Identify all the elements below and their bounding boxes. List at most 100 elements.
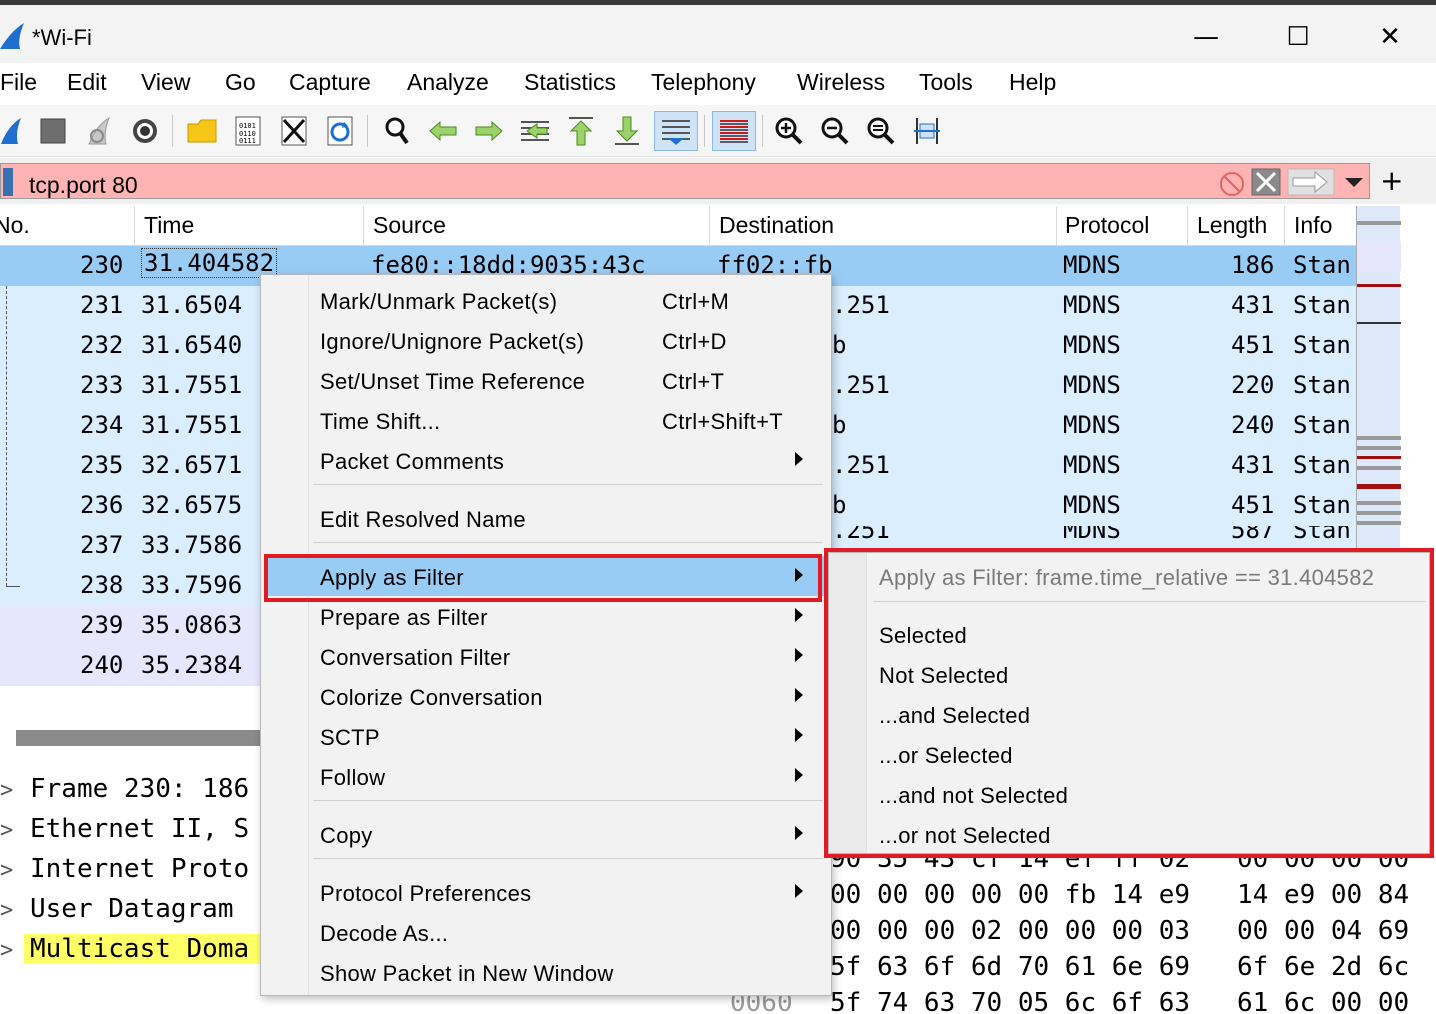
menu-go[interactable]: Go xyxy=(225,69,256,96)
maximize-icon: ☐ xyxy=(1286,22,1310,52)
zoom-in-button[interactable] xyxy=(770,111,808,151)
menu-conversation-filter[interactable]: Conversation Filter xyxy=(265,636,825,676)
maximize-button[interactable]: ☐ xyxy=(1252,10,1344,64)
row-time: 33.7596 xyxy=(141,571,243,599)
annotation-box-submenu xyxy=(824,548,1434,858)
open-file-button[interactable] xyxy=(183,111,221,151)
go-forward-button[interactable] xyxy=(470,111,508,151)
annotation-box-apply-filter xyxy=(264,554,822,602)
row-info: Stan xyxy=(1293,451,1351,479)
display-filter-input[interactable]: tcp.port 80 xyxy=(0,163,1370,199)
expand-chevron-icon[interactable]: > xyxy=(0,938,13,963)
expand-chevron-icon[interactable]: > xyxy=(0,898,13,923)
auto-scroll-button[interactable] xyxy=(654,111,698,151)
row-destination: .251 xyxy=(832,371,890,399)
menu-follow[interactable]: Follow xyxy=(265,756,825,796)
expand-chevron-icon[interactable]: > xyxy=(0,818,13,843)
menu-wireless[interactable]: Wireless xyxy=(797,69,885,96)
go-to-packet-icon xyxy=(521,121,549,141)
horizontal-scrollbar-thumb[interactable] xyxy=(16,730,276,746)
col-length[interactable]: Length xyxy=(1197,212,1267,239)
col-time[interactable]: Time xyxy=(144,212,194,239)
menu-show-packet-new-window[interactable]: Show Packet in New Window xyxy=(265,952,825,992)
row-destination: b xyxy=(832,411,847,439)
col-source[interactable]: Source xyxy=(373,212,446,239)
row-no: 230 xyxy=(80,251,124,279)
arrow-right-icon xyxy=(475,120,503,142)
menu-protocol-preferences[interactable]: Protocol Preferences xyxy=(265,872,825,912)
clear-filter-button[interactable] xyxy=(1251,168,1281,196)
apply-filter-arrow-icon[interactable] xyxy=(1287,168,1335,196)
col-destination[interactable]: Destination xyxy=(719,212,834,239)
menu-prepare-as-filter[interactable]: Prepare as Filter xyxy=(265,596,825,636)
menu-statistics[interactable]: Statistics xyxy=(524,69,616,96)
filter-dropdown-chevron-icon[interactable] xyxy=(1343,176,1365,190)
restart-capture-button[interactable] xyxy=(80,111,118,151)
menu-view[interactable]: View xyxy=(141,69,190,96)
row-info: Stan xyxy=(1293,251,1351,279)
last-packet-button[interactable] xyxy=(608,111,646,151)
menu-analyze[interactable]: Analyze xyxy=(407,69,489,96)
related-packet-bracket xyxy=(6,286,7,586)
menu-decode-as[interactable]: Decode As... xyxy=(265,912,825,952)
restart-fin-icon xyxy=(88,116,111,145)
row-length: 240 xyxy=(1231,411,1275,439)
zoom-out-button[interactable] xyxy=(816,111,854,151)
menu-time-shift[interactable]: Time Shift... Ctrl+Shift+T xyxy=(265,400,825,440)
menu-edit-resolved-name[interactable]: Edit Resolved Name xyxy=(265,498,825,538)
menu-file[interactable]: File xyxy=(0,69,37,96)
packet-list-header: No. Time Source Destination Protocol Len… xyxy=(0,206,1356,246)
zoom-in-icon xyxy=(775,117,803,145)
close-button[interactable]: ✕ xyxy=(1344,10,1436,64)
menu-copy[interactable]: Copy xyxy=(265,814,825,854)
col-protocol[interactable]: Protocol xyxy=(1065,212,1149,239)
capture-options-button[interactable] xyxy=(126,111,164,151)
close-file-button[interactable] xyxy=(275,111,313,151)
submenu-arrow-icon xyxy=(795,608,803,622)
add-filter-button[interactable]: + xyxy=(1380,164,1403,197)
row-protocol: MDNS xyxy=(1063,411,1121,439)
wireshark-fin-icon xyxy=(0,23,24,49)
go-back-button[interactable] xyxy=(424,111,462,151)
menu-edit[interactable]: Edit xyxy=(67,69,107,96)
menu-capture[interactable]: Capture xyxy=(289,69,371,96)
minimize-button[interactable]: — xyxy=(1160,10,1252,64)
filter-bookmark-icon[interactable] xyxy=(3,168,13,196)
first-packet-button[interactable] xyxy=(562,111,600,151)
reload-file-button[interactable] xyxy=(321,111,359,151)
start-capture-button[interactable] xyxy=(0,111,30,151)
col-info[interactable]: Info xyxy=(1294,212,1332,239)
menu-bar: File Edit View Go Capture Analyze Statis… xyxy=(0,63,1436,105)
clear-filter-no-icon xyxy=(1220,172,1244,196)
menu-help[interactable]: Help xyxy=(1009,69,1056,96)
menu-tools[interactable]: Tools xyxy=(919,69,973,96)
find-packet-button[interactable] xyxy=(378,111,416,151)
menu-telephony[interactable]: Telephony xyxy=(651,69,756,96)
menu-mark-packet[interactable]: Mark/Unmark Packet(s) Ctrl+M xyxy=(265,280,825,320)
expand-chevron-icon[interactable]: > xyxy=(0,858,13,883)
expand-chevron-icon[interactable]: > xyxy=(0,778,13,803)
stop-capture-button[interactable] xyxy=(34,111,72,151)
go-to-packet-button[interactable] xyxy=(516,111,554,151)
resize-columns-button[interactable] xyxy=(908,111,946,151)
row-destination: .251 xyxy=(832,526,890,544)
stop-icon xyxy=(40,118,66,144)
col-no[interactable]: No. xyxy=(0,212,30,239)
menu-colorize-conversation[interactable]: Colorize Conversation xyxy=(265,676,825,716)
menu-time-reference[interactable]: Set/Unset Time Reference Ctrl+T xyxy=(265,360,825,400)
submenu-arrow-icon xyxy=(795,452,803,466)
normal-size-button[interactable] xyxy=(862,111,900,151)
menu-ignore-packet[interactable]: Ignore/Unignore Packet(s) Ctrl+D xyxy=(265,320,825,360)
row-no: 232 xyxy=(80,331,124,359)
filter-text: tcp.port 80 xyxy=(29,172,138,198)
menu-packet-comments[interactable]: Packet Comments xyxy=(265,440,825,480)
row-time: 31.6540 xyxy=(141,331,243,359)
submenu-arrow-icon xyxy=(795,688,803,702)
save-file-button[interactable]: 0101 0110 0111 xyxy=(229,111,267,151)
submenu-arrow-icon xyxy=(795,826,803,840)
colorize-button[interactable] xyxy=(712,111,756,151)
row-no: 231 xyxy=(80,291,124,319)
hex-row: 5f 74 63 70 05 6c 6f 63 61 6c 00 00 xyxy=(830,988,1410,1014)
row-no: 238 xyxy=(80,571,124,599)
menu-sctp[interactable]: SCTP xyxy=(265,716,825,756)
